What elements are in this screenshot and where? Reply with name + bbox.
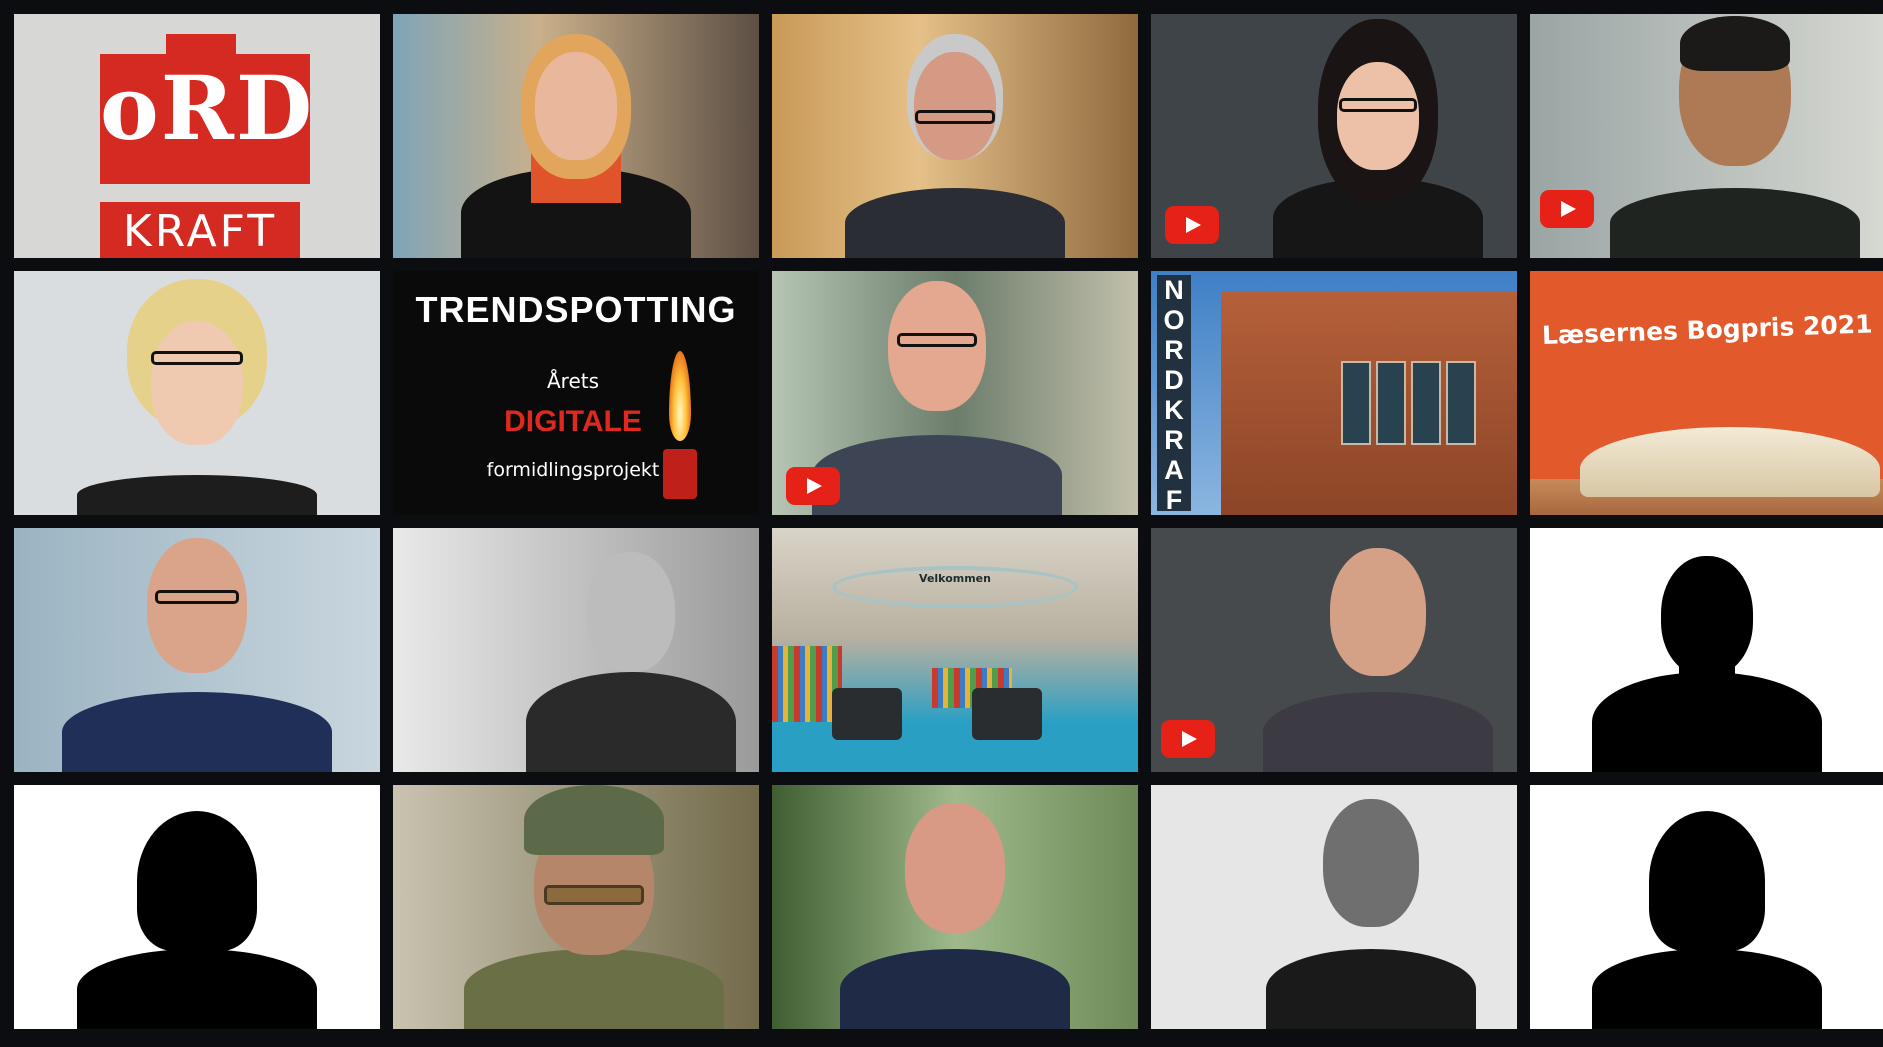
library-tile[interactable]: Velkommen [772, 528, 1138, 772]
youtube-play-icon[interactable] [1165, 206, 1219, 244]
nordkraft-sign: NORDKRAFT [1157, 275, 1191, 515]
speaker-portrait [393, 785, 759, 1029]
candle-flame-icon [669, 351, 691, 441]
speaker-portrait [772, 785, 1138, 1029]
video-grid: oRD KRAFT TRENDSPOTTING Årets DIGITALE f… [14, 14, 1883, 1047]
speaker-portrait [393, 528, 759, 772]
speaker-tile[interactable] [1151, 528, 1517, 772]
desk [832, 688, 902, 740]
bogpris-title: Læsernes Bogpris 2021 [1541, 309, 1874, 350]
speaker-portrait [1151, 785, 1517, 1029]
speaker-portrait [14, 528, 380, 772]
youtube-play-icon[interactable] [1161, 720, 1215, 758]
welcome-sign: Velkommen [919, 572, 991, 585]
speaker-tile[interactable] [393, 785, 759, 1029]
youtube-play-icon[interactable] [786, 467, 840, 505]
person-silhouette-icon [1530, 528, 1883, 772]
speaker-tile[interactable] [393, 528, 759, 772]
placeholder-tile[interactable] [14, 785, 380, 1029]
person-silhouette-icon [1530, 785, 1883, 1029]
placeholder-tile[interactable] [1530, 785, 1883, 1029]
speaker-tile[interactable] [393, 14, 759, 258]
person-silhouette-icon [14, 785, 380, 1029]
building-facade [1221, 291, 1517, 515]
placeholder-tile[interactable] [1530, 528, 1883, 772]
logo-word-kraft: KRAFT [100, 202, 300, 258]
speaker-tile[interactable] [772, 785, 1138, 1029]
open-book-icon [1580, 427, 1880, 497]
candle-icon [663, 449, 697, 499]
speaker-tile[interactable] [772, 14, 1138, 258]
speaker-tile[interactable] [772, 271, 1138, 515]
trendspotting-line-digitale: DIGITALE [504, 405, 642, 438]
trendspotting-line-arets: Årets [546, 369, 600, 393]
bogpris-tile[interactable]: Læsernes Bogpris 2021 [1530, 271, 1883, 515]
ordkraft-logo-tile[interactable]: oRD KRAFT [14, 14, 380, 258]
speaker-portrait [393, 14, 759, 258]
logo-word-ord: oRD [100, 56, 315, 160]
nordkraft-building-tile[interactable]: NORDKRAFT [1151, 271, 1517, 515]
nordkraft-sign-text: NORDKRAFT [1159, 275, 1189, 515]
speaker-tile[interactable] [1151, 785, 1517, 1029]
speaker-tile[interactable] [14, 271, 380, 515]
youtube-play-icon[interactable] [1540, 190, 1594, 228]
trendspotting-tile[interactable]: TRENDSPOTTING Årets DIGITALE formidlings… [393, 271, 759, 515]
speaker-tile[interactable] [1530, 14, 1883, 258]
speaker-portrait [772, 14, 1138, 258]
desk [972, 688, 1042, 740]
speaker-tile[interactable] [1151, 14, 1517, 258]
speaker-portrait [14, 271, 380, 515]
speaker-tile[interactable] [14, 528, 380, 772]
trendspotting-title: TRENDSPOTTING [415, 289, 737, 330]
